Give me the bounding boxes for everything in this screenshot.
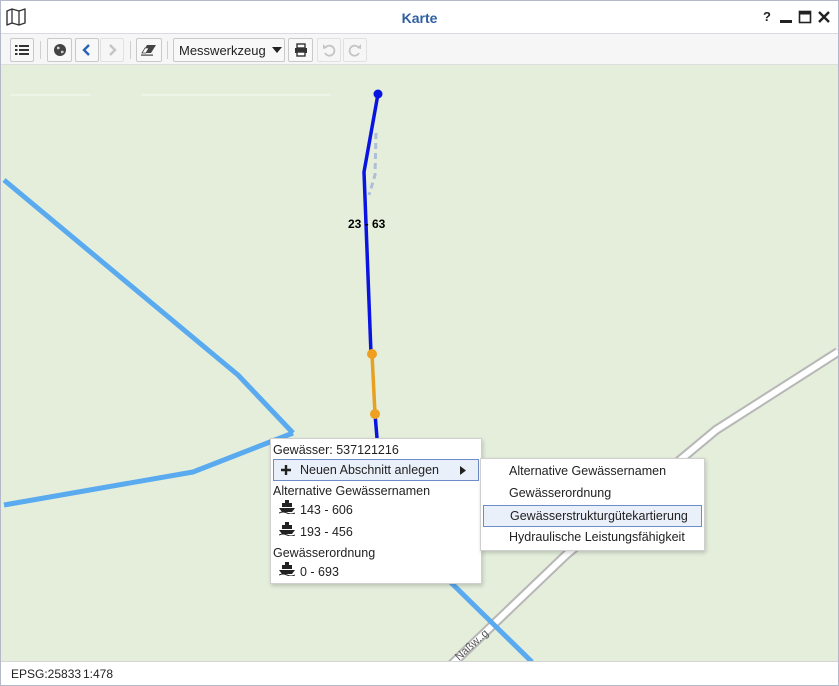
- status-bar: EPSG:25833 1:478: [1, 661, 838, 685]
- close-icon: [818, 11, 830, 23]
- order-item[interactable]: 0 - 693: [273, 562, 479, 584]
- title-bar[interactable]: Karte ?: [1, 1, 838, 34]
- measure-tool-label: Messwerkzeug: [179, 42, 266, 58]
- redo-button[interactable]: [343, 38, 367, 62]
- map-window: Karte ? Messwerkzeug Naßw..g 23 - 63 Gew…: [0, 0, 839, 686]
- segment-label: 23 - 63: [348, 217, 386, 231]
- order-group-header: Gewässerordnung: [273, 546, 376, 560]
- redo-icon: [348, 44, 361, 57]
- maximize-button[interactable]: [798, 8, 812, 26]
- print-button[interactable]: [288, 38, 313, 62]
- highlighted-segment[interactable]: [370, 353, 377, 415]
- minimize-icon: [780, 20, 792, 23]
- water-network: [2, 178, 534, 661]
- globe-button[interactable]: [47, 38, 72, 62]
- caret-down-icon: [271, 47, 282, 53]
- context-menu-title: Gewässer: 537121216: [273, 443, 399, 457]
- toolbar-divider: [130, 41, 131, 59]
- ship-icon: [279, 522, 295, 536]
- window-title: Karte: [401, 10, 438, 26]
- legend-button[interactable]: [10, 38, 34, 62]
- globe-icon: [53, 44, 66, 56]
- undo-button[interactable]: [317, 38, 341, 62]
- eraser-button[interactable]: [136, 38, 162, 62]
- print-icon: [294, 43, 307, 57]
- plus-icon: [281, 465, 291, 475]
- segment-vertex[interactable]: [367, 349, 377, 359]
- new-section-label: Neuen Abschnitt anlegen: [300, 463, 439, 477]
- maximize-icon: [798, 10, 812, 24]
- minimize-button[interactable]: [779, 8, 793, 26]
- undo-icon: [323, 44, 336, 57]
- context-menu: Gewässer: 537121216 Neuen Abschnitt anle…: [270, 438, 482, 584]
- map-scale: 1:478: [83, 667, 114, 681]
- toolbar-divider: [167, 41, 168, 59]
- projection-code: EPSG:25833: [11, 667, 82, 681]
- alt-name-range: 143 - 606: [300, 503, 353, 517]
- measure-tool-dropdown[interactable]: Messwerkzeug: [173, 38, 285, 62]
- chevron-left-icon: [82, 44, 90, 56]
- ship-icon: [279, 562, 295, 576]
- alt-name-range: 193 - 456: [300, 525, 353, 539]
- map-toolbar: Messwerkzeug: [1, 34, 838, 65]
- submenu: Alternative Gewässernamen Gewässerordnun…: [480, 458, 705, 551]
- list-icon: [15, 45, 29, 55]
- submenu-item-alt-names[interactable]: Alternative Gewässernamen: [483, 461, 702, 483]
- order-range: 0 - 693: [300, 565, 339, 579]
- chevron-right-icon: [109, 44, 117, 56]
- segment-vertex[interactable]: [370, 409, 380, 419]
- start-vertex[interactable]: [373, 89, 383, 99]
- alt-names-group-header: Alternative Gewässernamen: [273, 484, 431, 498]
- submenu-item-structure-mapping[interactable]: Gewässerstrukturgütekartierung: [483, 505, 702, 527]
- submenu-arrow-icon: [460, 466, 466, 475]
- map-canvas[interactable]: Naßw..g 23 - 63 Gewässer: 537121216 Neue…: [1, 65, 838, 661]
- submenu-item-order[interactable]: Gewässerordnung: [483, 483, 702, 505]
- new-section-menu-item[interactable]: Neuen Abschnitt anlegen: [273, 459, 479, 481]
- close-button[interactable]: [817, 8, 831, 26]
- back-button[interactable]: [75, 38, 99, 62]
- forward-button[interactable]: [100, 38, 124, 62]
- ship-icon: [279, 500, 295, 514]
- toolbar-divider: [40, 41, 41, 59]
- submenu-item-hydraulic-capacity[interactable]: Hydraulische Leistungsfähigkeit: [483, 527, 702, 549]
- eraser-icon: [141, 45, 156, 56]
- alt-name-item[interactable]: 193 - 456: [273, 522, 479, 544]
- street-label: Naßw..g: [453, 627, 491, 661]
- alt-name-item[interactable]: 143 - 606: [273, 500, 479, 522]
- help-button[interactable]: ?: [761, 8, 773, 26]
